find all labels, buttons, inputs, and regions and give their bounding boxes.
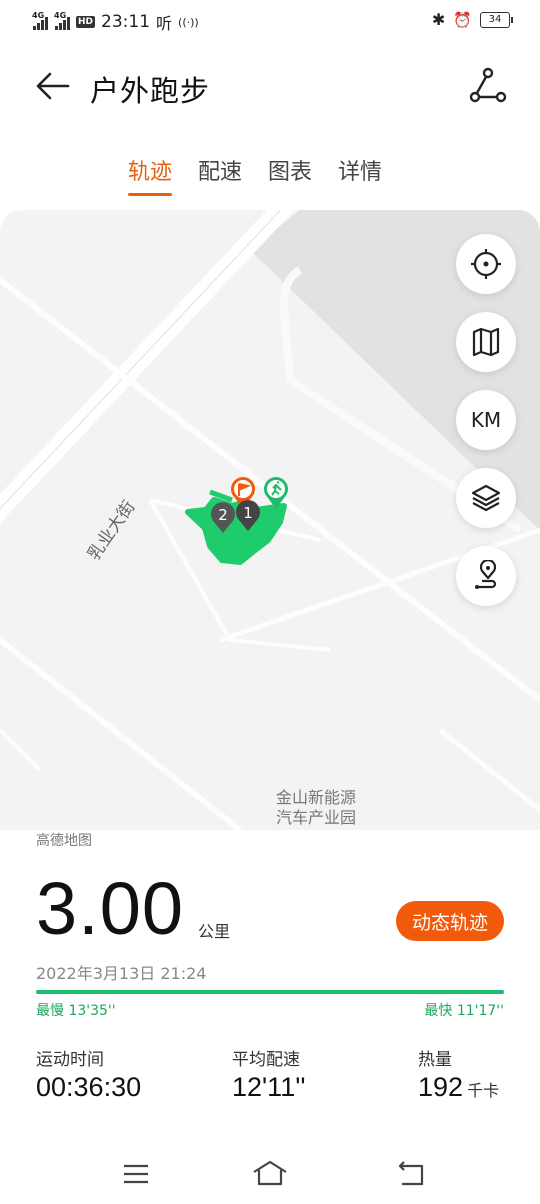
nfc-icon: ((·)) (178, 15, 199, 29)
dynamic-track-button[interactable]: 动态轨迹 (396, 901, 504, 941)
avg-pace-label: 平均配速 (232, 1050, 300, 1070)
folded-map-icon (472, 327, 500, 357)
distance-unit: 公里 (198, 922, 231, 941)
tab-pace[interactable]: 配速 (198, 150, 242, 196)
system-nav-bar (0, 1150, 540, 1204)
fastest-pace: 最快 11'17'' (424, 1003, 504, 1019)
back-button[interactable] (30, 66, 74, 106)
battery-icon: 34 (480, 11, 513, 28)
tab-chart[interactable]: 图表 (268, 150, 312, 196)
map-type-button[interactable] (456, 312, 516, 372)
duration-label: 运动时间 (36, 1050, 104, 1070)
start-runner-icon (264, 477, 288, 509)
hd-voice-icon: HD (76, 16, 96, 28)
calories-value: 192 千卡 (418, 1072, 500, 1102)
back-nav-button[interactable] (392, 1158, 432, 1190)
pace-range-bar (36, 990, 504, 994)
network-type: 4G (54, 11, 67, 20)
map-base (0, 210, 540, 830)
return-icon (398, 1161, 424, 1186)
locate-button[interactable] (456, 234, 516, 294)
tab-track[interactable]: 轨迹 (127, 150, 172, 196)
clock: 23:11 (101, 12, 151, 32)
distance-value: 3.00 (36, 867, 185, 950)
tab-details[interactable]: 详情 (338, 150, 382, 196)
km-toggle-button[interactable]: KM (456, 390, 516, 450)
route-share-button[interactable] (466, 66, 510, 106)
network-type: 4G (32, 11, 45, 20)
avg-pace-value: 12'11'' (232, 1072, 306, 1102)
bluetooth-icon: ✱ (431, 10, 446, 29)
home-button[interactable] (250, 1158, 290, 1190)
arrow-left-icon (36, 72, 70, 100)
location-route-icon (475, 560, 497, 589)
home-icon (253, 1160, 287, 1186)
status-bar: 4G 4G HD 23:11 听 ((·)) ✱ ⏰ 34 (0, 0, 540, 42)
signal-icon: 4G (32, 11, 48, 30)
page-title: 户外跑步 (90, 74, 211, 108)
menu-button[interactable] (116, 1158, 156, 1190)
layers-button[interactable] (456, 468, 516, 528)
calories-label: 热量 (418, 1050, 452, 1070)
layers-icon (471, 484, 501, 512)
map-source-label: 高德地图 (36, 833, 92, 849)
workout-datetime: 2022年3月13日 21:24 (36, 964, 207, 983)
map-view[interactable]: 乳业大街 金山新能源 汽车产业园 2 1 KM (0, 210, 540, 830)
tab-bar: 轨迹 配速 图表 详情 (0, 150, 540, 196)
poi-label: 金山新能源 汽车产业园 (276, 788, 356, 828)
route-icon (469, 67, 507, 103)
poi-name-line2: 汽车产业园 (276, 808, 357, 827)
slowest-pace: 最慢 13'35'' (36, 1003, 116, 1019)
duration-value: 00:36:30 (36, 1072, 142, 1102)
calories-unit: 千卡 (467, 1083, 500, 1100)
poi-name-line1: 金山新能源 (276, 788, 357, 807)
header: 户外跑步 (0, 54, 540, 118)
route-pin-button[interactable] (456, 546, 516, 606)
listen-app-icon: 听 (156, 14, 173, 33)
crosshair-icon (471, 249, 501, 279)
km-marker-1: 1 (233, 498, 263, 532)
alarm-icon: ⏰ (453, 10, 472, 29)
menu-icon (124, 1164, 148, 1184)
signal-icon: 4G (54, 11, 70, 30)
